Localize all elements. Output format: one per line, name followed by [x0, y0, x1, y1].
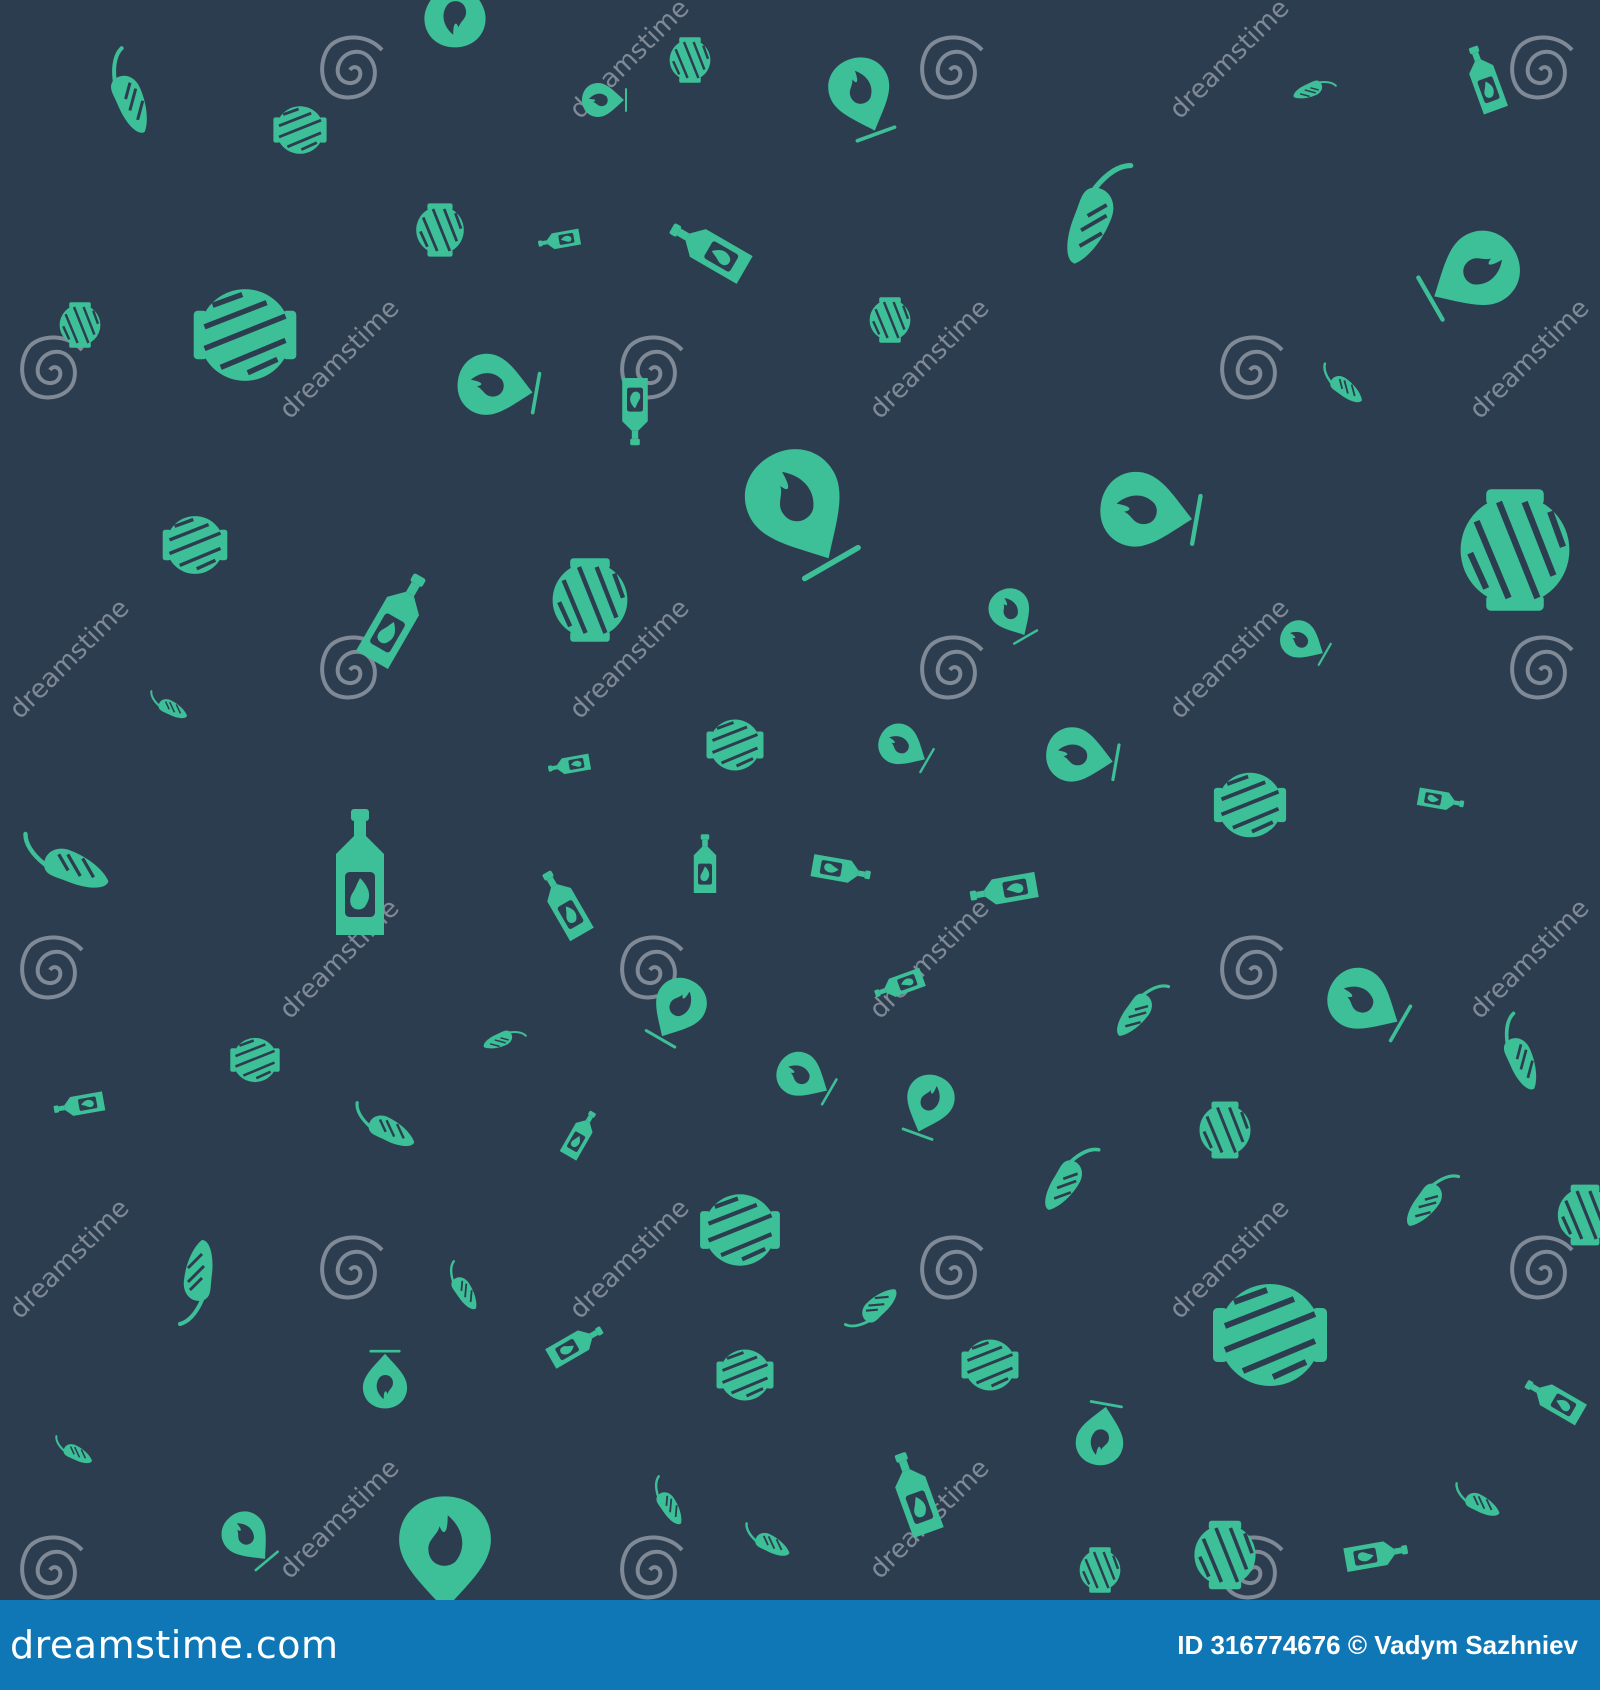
watermark-text: dreamstime — [1164, 593, 1296, 725]
fire-location-pin-icon — [422, 0, 488, 50]
image-id: ID 316774676 — [1177, 1629, 1341, 1660]
watermark-text: dreamstime — [564, 1193, 696, 1325]
image-credit: ID 316774676 © Vadym Sazhniev — [1177, 1630, 1578, 1661]
watermark-text: dreamstime — [864, 893, 996, 1025]
barbecue-grill-icon — [1078, 1545, 1122, 1595]
fire-location-pin-icon — [869, 715, 939, 780]
dreamstime-logo: dreamstime.com — [10, 1623, 339, 1667]
hot-sauce-bottle-icon — [536, 228, 582, 252]
barbecue-grill-icon — [553, 558, 628, 642]
fire-location-pin-icon — [767, 1042, 842, 1113]
watermark-text: dreamstime — [274, 1453, 406, 1585]
hot-sauce-bottle-icon — [810, 854, 873, 887]
chili-pepper-icon — [1038, 1135, 1101, 1221]
hot-sauce-bottle-icon — [1416, 787, 1466, 813]
hot-sauce-bottle-icon — [546, 753, 592, 777]
barbecue-grill-icon — [960, 1338, 1020, 1392]
hot-sauce-bottle-icon — [1343, 1537, 1410, 1573]
hot-sauce-bottle-icon — [534, 865, 594, 942]
stock-footer-bar: dreamstime.com ID 316774676 © Vadym Sazh… — [0, 1600, 1600, 1690]
hot-sauce-bottle-icon — [356, 566, 437, 670]
pattern-icons — [16, 0, 1600, 1600]
hot-sauce-bottle-icon — [693, 834, 717, 893]
fire-location-pin-icon — [399, 1496, 491, 1600]
hot-sauce-bottle-icon — [1520, 1373, 1587, 1426]
hot-sauce-bottle-icon — [52, 1091, 106, 1120]
barbecue-grill-icon — [194, 289, 297, 381]
barbecue-grill-icon — [700, 1194, 780, 1265]
chili-pepper-icon — [1313, 362, 1370, 407]
chili-pepper-icon — [642, 1475, 693, 1529]
watermark-text: dreamstime — [1164, 0, 1296, 125]
chili-pepper-icon — [480, 1020, 527, 1058]
watermark-text: dreamstime — [1464, 893, 1596, 1025]
fire-location-pin-icon — [450, 347, 544, 426]
fire-location-pin-icon — [893, 1066, 963, 1144]
watermark-text: dreamstime — [4, 593, 136, 725]
fire-location-pin-icon — [980, 579, 1045, 649]
barbecue-grill-icon — [1198, 1100, 1252, 1160]
watermark-spirals — [20, 35, 1574, 1600]
fire-location-pin-icon — [1314, 955, 1418, 1052]
chili-pepper-icon — [1062, 155, 1131, 271]
chili-pepper-icon — [49, 1435, 97, 1467]
chili-pepper-icon — [144, 690, 192, 722]
barbecue-grill-icon — [705, 718, 765, 772]
chili-pepper-icon — [1448, 1482, 1506, 1521]
hot-sauce-bottle-icon — [663, 214, 753, 284]
barbecue-grill-icon — [1212, 770, 1288, 840]
watermark-text: dreamstime — [1464, 293, 1596, 425]
seamless-bbq-pattern: dreamstime dreamstime dreamstime dreamst… — [0, 0, 1600, 1600]
chili-pepper-icon — [843, 1278, 902, 1341]
copyright-symbol: © — [1347, 1629, 1367, 1660]
hot-sauce-bottle-icon — [545, 1319, 608, 1369]
barbecue-grill-icon — [1192, 1519, 1258, 1591]
barbecue-grill-icon — [715, 1348, 775, 1402]
watermark-text: dreamstime — [4, 1193, 136, 1325]
hot-sauce-bottle-icon — [1460, 42, 1508, 115]
chili-pepper-icon — [178, 1238, 215, 1326]
chili-pepper-icon — [1110, 971, 1171, 1047]
barbecue-grill-icon — [1213, 1284, 1327, 1386]
chili-pepper-icon — [1290, 70, 1337, 108]
hot-sauce-bottle-icon — [622, 378, 648, 446]
hot-sauce-bottle-icon — [336, 809, 384, 935]
chili-pepper-icon — [91, 46, 166, 140]
fire-location-pin-icon — [818, 47, 907, 147]
chili-pepper-icon — [346, 1101, 422, 1152]
fire-location-pin-icon — [1412, 218, 1533, 331]
chili-pepper-icon — [1486, 1011, 1554, 1096]
fire-location-pin-icon — [729, 433, 873, 587]
fire-location-pin-icon — [1095, 466, 1203, 556]
chili-pepper-icon — [437, 1260, 488, 1314]
barbecue-grill-icon — [868, 296, 912, 344]
fire-location-pin-icon — [1040, 721, 1123, 791]
author-name: Vadym Sazhniev — [1374, 1629, 1578, 1660]
chili-pepper-icon — [16, 834, 115, 892]
chili-pepper-icon — [1400, 1161, 1461, 1237]
barbecue-grill-icon — [229, 1036, 282, 1084]
stock-image: dreamstime dreamstime dreamstime dreamst… — [0, 0, 1600, 1690]
barbecue-grill-icon — [1461, 489, 1570, 611]
barbecue-grill-icon — [271, 104, 329, 156]
hot-sauce-bottle-icon — [559, 1107, 602, 1161]
chili-pepper-icon — [738, 1522, 796, 1561]
barbecue-grill-icon — [414, 201, 466, 259]
barbecue-grill-icon — [668, 36, 712, 85]
barbecue-grill-icon — [160, 514, 230, 576]
fire-location-pin-icon — [1070, 1398, 1132, 1471]
barbecue-grill-icon — [1556, 1182, 1600, 1248]
fire-location-pin-icon — [361, 1349, 409, 1410]
watermark-texts: dreamstime dreamstime dreamstime dreamst… — [4, 0, 1596, 1585]
